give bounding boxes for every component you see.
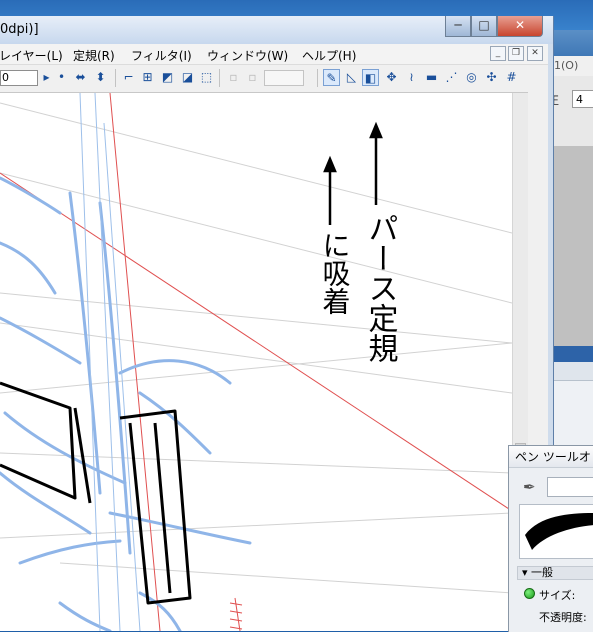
mdi-restore-button[interactable]: ❐ — [508, 46, 524, 61]
general-section-header[interactable]: ▾ 一般 — [517, 566, 593, 580]
menu-ruler[interactable]: 定規(R) — [73, 47, 115, 64]
title-bar: 0dpi)] ─ □ ✕ — [0, 16, 553, 44]
brush-stroke-preview — [525, 513, 593, 550]
snap-icon[interactable]: ✥ — [383, 69, 400, 86]
preset-field[interactable] — [547, 477, 593, 497]
mdi-close-button[interactable]: ✕ — [527, 46, 543, 61]
mesh-icon[interactable]: # — [503, 69, 520, 86]
curve-ruler-icon[interactable]: ≀ — [403, 69, 420, 86]
toolbar: 0 ▸ • ⬌ ⬍ ⌐ ⊞ ◩ ◪ ⬚ ▫ ▫ ✎ ◺ ◧ ✥ ≀ ▬ ⋰ ◎ … — [0, 65, 548, 93]
window-title: 0dpi)] — [0, 22, 39, 37]
toolbar-separator — [317, 69, 318, 87]
fan-ruler-icon[interactable]: ⋰ — [443, 69, 460, 86]
zoom-input[interactable]: 0 — [0, 70, 38, 86]
ruler-edit-icon[interactable]: ◪ — [179, 69, 196, 86]
menu-filter[interactable]: フィルタ(I) — [131, 47, 192, 64]
menu-bar: レイヤー(L) 定規(R) フィルタ(I) ウィンドウ(W) ヘルプ(H) _ … — [0, 44, 548, 65]
background-window-menu[interactable]: 1(O) — [548, 56, 593, 76]
triangle-ruler-icon[interactable]: ◺ — [343, 69, 360, 86]
disabled-tool-icon[interactable]: ▫ — [244, 69, 261, 86]
concentric-ruler-icon[interactable]: ◎ — [463, 69, 480, 86]
menu-window[interactable]: ウィンドウ(W) — [207, 47, 288, 64]
menu-help[interactable]: ヘルプ(H) — [302, 47, 356, 64]
size-label: サイズ: — [539, 589, 576, 602]
minimize-button[interactable]: ─ — [445, 16, 471, 37]
perspective-ruler-icon[interactable]: ◧ — [362, 69, 379, 86]
background-window-panel: 正 4 — [548, 76, 593, 346]
opacity-label: 不透明度: — [539, 611, 587, 624]
mdi-minimize-button[interactable]: _ — [490, 46, 506, 61]
maximize-button[interactable]: □ — [471, 16, 497, 37]
background-window-lower-bar — [548, 362, 593, 381]
canvas-drawing: パース定規 に吸着 — [0, 93, 512, 631]
general-section-label: 一般 — [531, 566, 554, 579]
close-button[interactable]: ✕ — [497, 16, 543, 37]
main-window: 0dpi)] ─ □ ✕ レイヤー(L) 定規(R) フィルタ(I) ウィンドウ… — [0, 16, 554, 631]
toolbar-blank-field[interactable] — [264, 70, 304, 86]
snap-to-note: に吸着 — [319, 231, 352, 315]
disabled-tool-icon[interactable]: ▫ — [225, 69, 242, 86]
toolbar-separator — [115, 69, 116, 87]
selection-icon[interactable]: ⬚ — [198, 69, 215, 86]
background-window-titlebar — [548, 30, 593, 56]
cross-ruler-icon[interactable]: ✣ — [483, 69, 500, 86]
frame-icon[interactable]: ⌐ — [120, 69, 137, 86]
straight-ruler-icon[interactable]: ▬ — [423, 69, 440, 86]
grid-icon[interactable]: ⊞ — [139, 69, 156, 86]
pen-ruler-icon[interactable]: ✎ — [323, 69, 340, 86]
brush-preview — [519, 504, 593, 559]
drawing-canvas[interactable]: パース定規 に吸着 — [0, 93, 512, 631]
perspective-ruler-note: パース定規 — [363, 213, 398, 363]
flip-vertical-icon[interactable]: ⬍ — [92, 69, 109, 86]
dot-icon[interactable]: • — [53, 69, 70, 86]
menu-layer[interactable]: レイヤー(L) — [0, 47, 63, 64]
background-field-input[interactable]: 4 — [572, 90, 593, 108]
pen-tool-options-panel: ペン ツールオ ✒ ▾ 一般 サイズ: 不透明度: — [508, 445, 593, 632]
ruler-show-icon[interactable]: ◩ — [159, 69, 176, 86]
pen-icon[interactable]: ✒ — [523, 478, 536, 496]
size-toggle-icon[interactable] — [524, 588, 535, 599]
flip-horizontal-icon[interactable]: ⬌ — [72, 69, 89, 86]
background-window-header — [548, 346, 593, 362]
background-window-content — [548, 146, 593, 346]
toolbar-separator — [219, 69, 220, 87]
panel-title: ペン ツールオ — [509, 446, 593, 468]
